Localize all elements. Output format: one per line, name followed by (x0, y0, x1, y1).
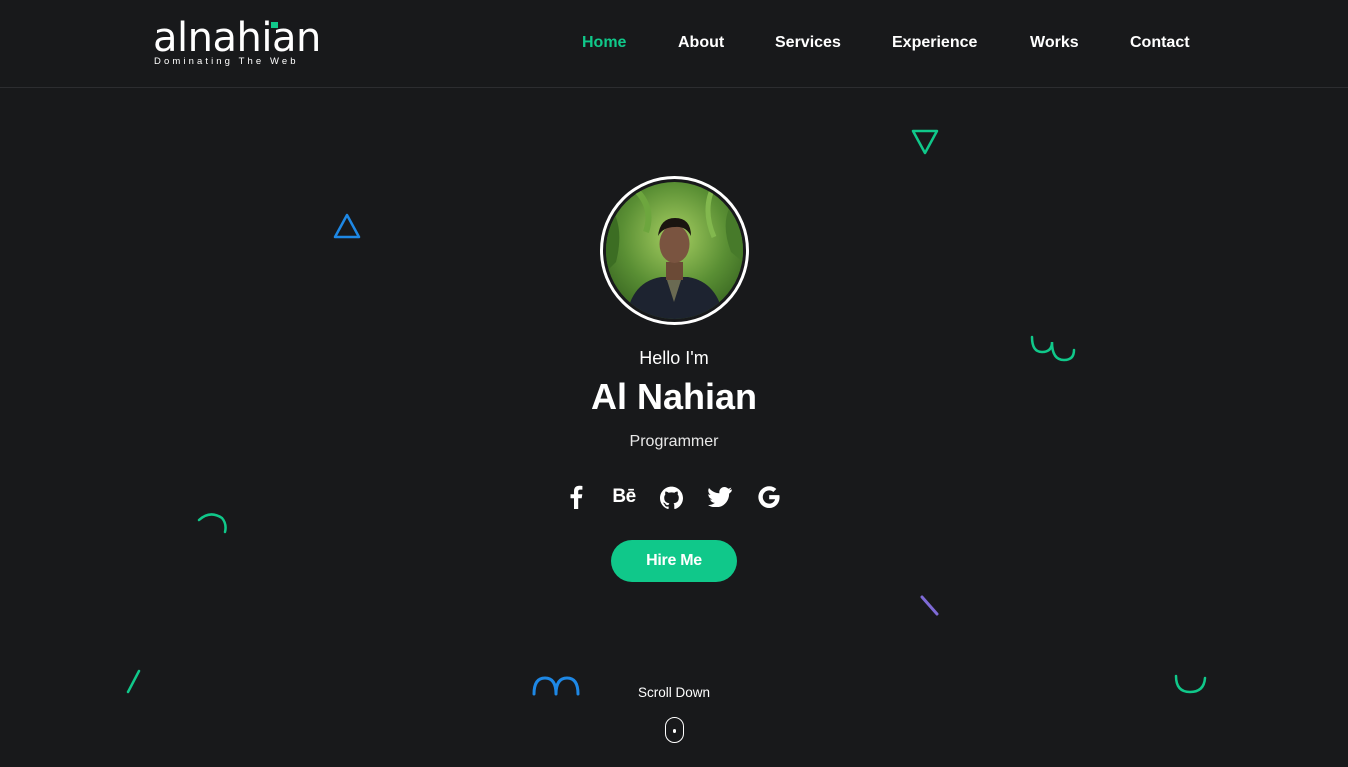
behance-icon[interactable]: Bē (608, 484, 640, 510)
main-nav: Home About Services Experience Works Con… (0, 32, 1348, 56)
brand-tagline: Dominating The Web (154, 56, 299, 67)
hero-name: Al Nahian (590, 376, 758, 417)
profile-photo (606, 182, 743, 319)
scroll-mouse-icon[interactable] (665, 717, 684, 743)
nav-contact[interactable]: Contact (1130, 32, 1190, 54)
hero-section: Hello I'm Al Nahian Programmer Bē Hire M… (0, 88, 1348, 767)
facebook-icon[interactable] (563, 484, 589, 510)
triangle-up-shape (333, 213, 361, 239)
social-links: Bē (563, 484, 785, 510)
google-icon[interactable] (756, 484, 782, 510)
nav-about[interactable]: About (678, 32, 724, 54)
hero-role: Programmer (629, 433, 719, 450)
scroll-down-label: Scroll Down (637, 685, 711, 700)
site-header: alnahian Dominating The Web Home About S… (0, 0, 1348, 88)
hire-me-button[interactable]: Hire Me (611, 540, 737, 582)
arc-shape (197, 513, 227, 534)
nav-experience[interactable]: Experience (892, 32, 977, 54)
mouse-wheel-dot (672, 729, 676, 733)
logo-accent-dot (271, 22, 278, 28)
slash-shape (920, 595, 939, 616)
nav-services[interactable]: Services (775, 32, 841, 54)
github-icon[interactable] (658, 484, 684, 510)
nav-home[interactable]: Home (582, 32, 626, 54)
behance-label: Bē (612, 486, 636, 507)
profile-avatar (600, 176, 749, 325)
nav-works[interactable]: Works (1030, 32, 1079, 54)
twitter-icon[interactable] (707, 484, 733, 510)
triangle-down-shape (911, 129, 939, 155)
hero-greeting: Hello I'm (639, 348, 709, 368)
